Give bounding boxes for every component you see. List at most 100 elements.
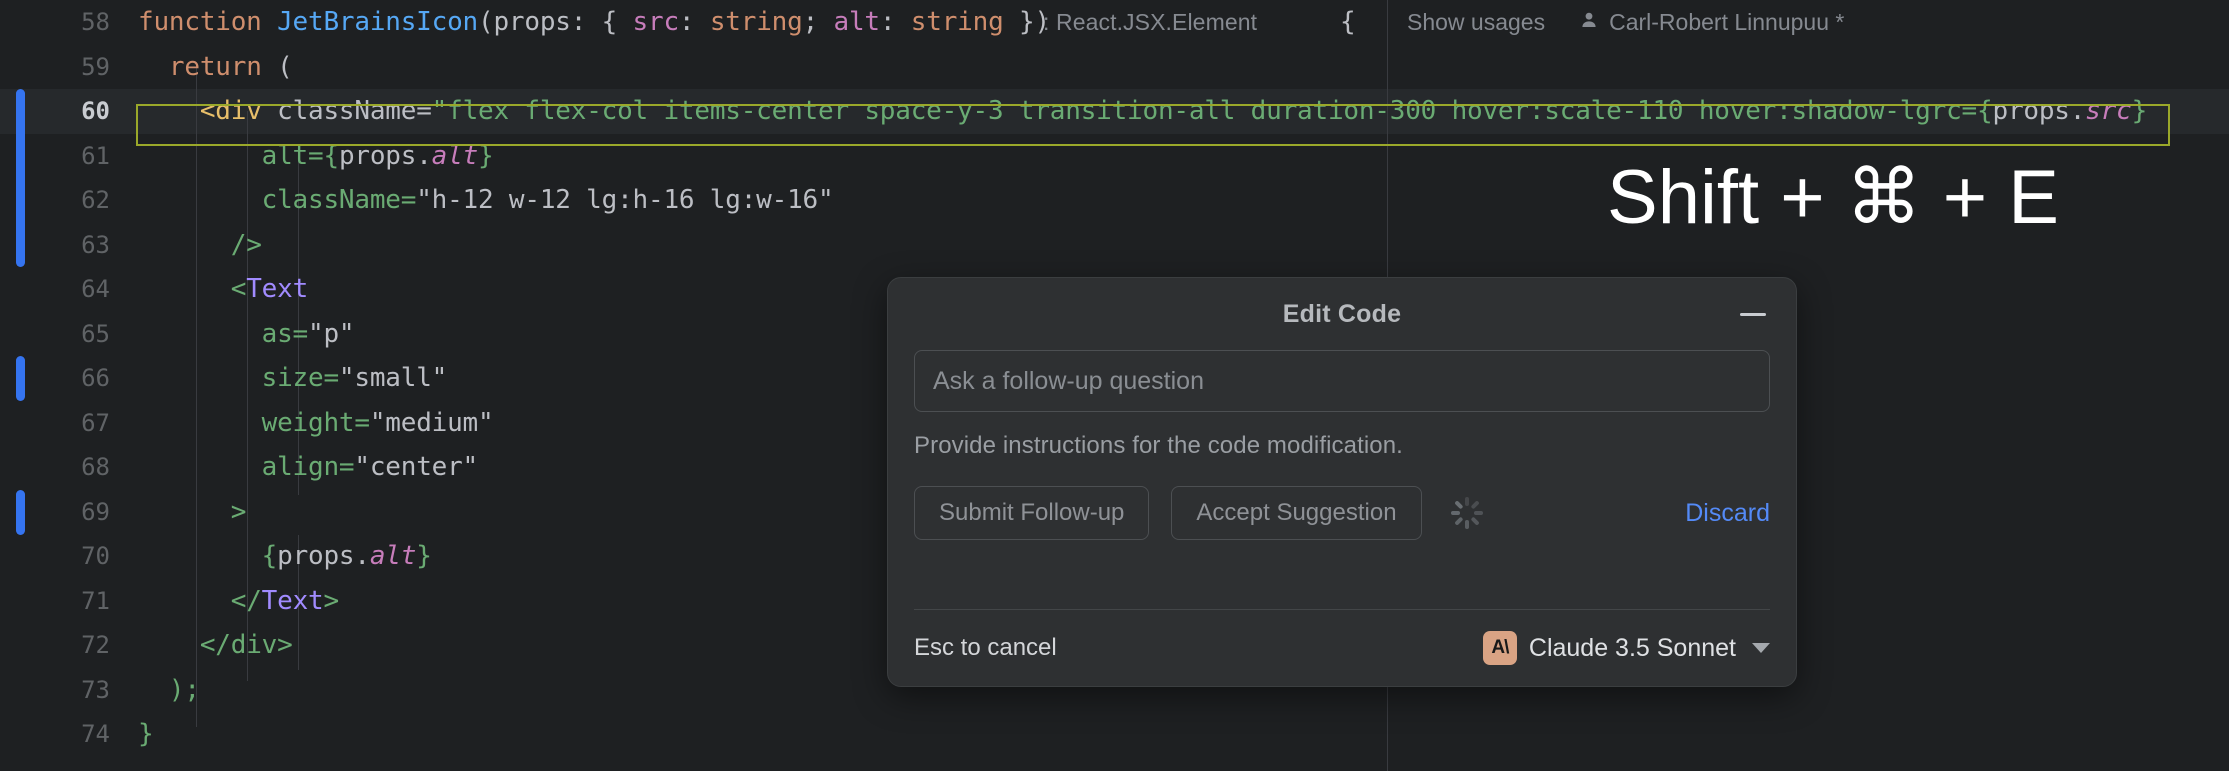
code-token: /> <box>231 230 262 260</box>
spinner-spoke <box>1470 500 1479 509</box>
dialog-action-row: Submit Follow-up Accept Suggestion Disca… <box>914 486 1770 540</box>
code-token: (props: { <box>478 7 633 37</box>
edit-code-dialog[interactable]: Edit Code Provide instructions for the c… <box>887 277 1797 687</box>
follow-up-input[interactable] <box>914 350 1770 412</box>
code-line-text[interactable]: } <box>132 712 153 757</box>
code-line-text[interactable]: return ( <box>132 45 293 90</box>
code-token <box>138 363 262 393</box>
inlay-hint-return-type: : React.JSX.Element <box>1043 0 1257 45</box>
instruction-hint: Provide instructions for the code modifi… <box>914 432 1770 460</box>
spinner-spoke <box>1465 497 1469 506</box>
line-number: 65 <box>81 320 110 348</box>
code-token: "p" <box>308 319 354 349</box>
code-line-text[interactable]: align="center" <box>132 445 478 490</box>
dialog-footer: Esc to cancel A\ Claude 3.5 Sonnet <box>888 610 1796 686</box>
code-line-text[interactable]: </Text> <box>132 579 339 624</box>
code-vision-annotations[interactable]: Show usages Carl-Robert Linnupuu * <box>1407 0 1844 45</box>
code-token <box>138 230 231 260</box>
code-token: string <box>911 7 1004 37</box>
spinner-spoke <box>1454 500 1463 509</box>
line-number-gutter[interactable]: 59 <box>0 45 132 90</box>
code-token <box>138 497 231 527</box>
line-number-gutter[interactable]: 74 <box>0 712 132 757</box>
author-annotation[interactable]: Carl-Robert Linnupuu * <box>1609 9 1844 36</box>
code-token: <div <box>200 96 262 126</box>
open-brace-text: { <box>1340 7 1356 37</box>
chevron-down-icon[interactable] <box>1752 643 1770 653</box>
code-line-text[interactable]: {props.alt} <box>132 534 432 579</box>
line-number-gutter[interactable]: 70 <box>0 534 132 579</box>
code-token: : <box>679 7 710 37</box>
code-line-text[interactable]: as="p" <box>132 312 354 357</box>
line-number-gutter[interactable]: 65 <box>0 312 132 357</box>
code-token: size= <box>262 363 339 393</box>
line-number: 72 <box>81 631 110 659</box>
code-token <box>138 675 169 705</box>
show-usages-link[interactable]: Show usages <box>1407 9 1545 36</box>
code-token: props. <box>1992 96 2085 126</box>
model-selector[interactable]: A\ Claude 3.5 Sonnet <box>1483 631 1770 665</box>
line-number-gutter[interactable]: 67 <box>0 401 132 446</box>
code-token: } <box>138 719 153 749</box>
submit-follow-up-button[interactable]: Submit Follow-up <box>914 486 1149 540</box>
line-number: 67 <box>81 409 110 437</box>
line-number: 74 <box>81 720 110 748</box>
line58-open-brace: { <box>1340 0 1356 45</box>
code-token: className= <box>262 96 432 126</box>
code-line-text[interactable]: function JetBrainsIcon(props: { src: str… <box>132 0 1050 45</box>
code-token: JetBrainsIcon <box>277 7 478 37</box>
code-token: "h-12 w-12 lg:h-16 lg:w-16" <box>416 185 833 215</box>
accept-suggestion-button[interactable]: Accept Suggestion <box>1171 486 1421 540</box>
vcs-change-marker[interactable] <box>16 89 25 267</box>
line-number-gutter[interactable]: 73 <box>0 668 132 713</box>
code-line[interactable]: 74} <box>0 712 2229 757</box>
line-number-gutter[interactable]: 72 <box>0 623 132 668</box>
code-line-text[interactable]: size="small" <box>132 356 447 401</box>
code-line[interactable]: 60 <div className="flex flex-col items-c… <box>0 89 2229 134</box>
vcs-change-marker[interactable] <box>16 490 25 535</box>
line-number-gutter[interactable]: 68 <box>0 445 132 490</box>
line-number-gutter[interactable]: 71 <box>0 579 132 624</box>
code-token: </ <box>231 586 262 616</box>
code-token: } <box>416 541 431 571</box>
code-token <box>138 452 262 482</box>
discard-button[interactable]: Discard <box>1685 499 1770 528</box>
code-token: alt= <box>262 141 324 171</box>
spinner-spoke <box>1474 511 1483 515</box>
code-token: alt <box>432 141 478 171</box>
line-number: 58 <box>81 8 110 36</box>
code-line-text[interactable]: className="h-12 w-12 lg:h-16 lg:w-16" <box>132 178 833 223</box>
code-line-text[interactable]: </div> <box>132 623 293 668</box>
code-token: src <box>2085 96 2131 126</box>
person-icon <box>1579 9 1599 36</box>
code-line[interactable]: 59 return ( <box>0 45 2229 90</box>
spinner-spoke <box>1451 511 1460 515</box>
code-token: } <box>478 141 493 171</box>
code-line-text[interactable]: > <box>132 490 246 535</box>
code-line-text[interactable]: <div className="flex flex-col items-cent… <box>132 89 2147 134</box>
esc-to-cancel-hint: Esc to cancel <box>914 634 1057 662</box>
code-token: src <box>633 7 679 37</box>
code-line-text[interactable]: ); <box>132 668 200 713</box>
code-token: rc= <box>1931 96 1977 126</box>
code-line-text[interactable]: <Text <box>132 267 308 312</box>
vcs-change-marker[interactable] <box>16 356 25 401</box>
code-token <box>138 586 231 616</box>
line-number-gutter[interactable]: 64 <box>0 267 132 312</box>
minimize-icon[interactable] <box>1736 297 1770 331</box>
code-line-text[interactable]: alt={props.alt} <box>132 134 494 179</box>
line-number: 61 <box>81 142 110 170</box>
code-token: > <box>323 586 338 616</box>
code-token <box>138 274 231 304</box>
dialog-body: Provide instructions for the code modifi… <box>888 350 1796 583</box>
code-token <box>138 630 200 660</box>
line-number: 69 <box>81 498 110 526</box>
code-line-text[interactable]: /> <box>132 223 262 268</box>
line-number: 70 <box>81 542 110 570</box>
model-name-label: Claude 3.5 Sonnet <box>1529 634 1736 663</box>
code-token <box>138 319 262 349</box>
code-token: { <box>1977 96 1992 126</box>
code-line-text[interactable]: weight="medium" <box>132 401 493 446</box>
code-token: "small" <box>339 363 447 393</box>
line-number-gutter[interactable]: 58 <box>0 0 132 45</box>
